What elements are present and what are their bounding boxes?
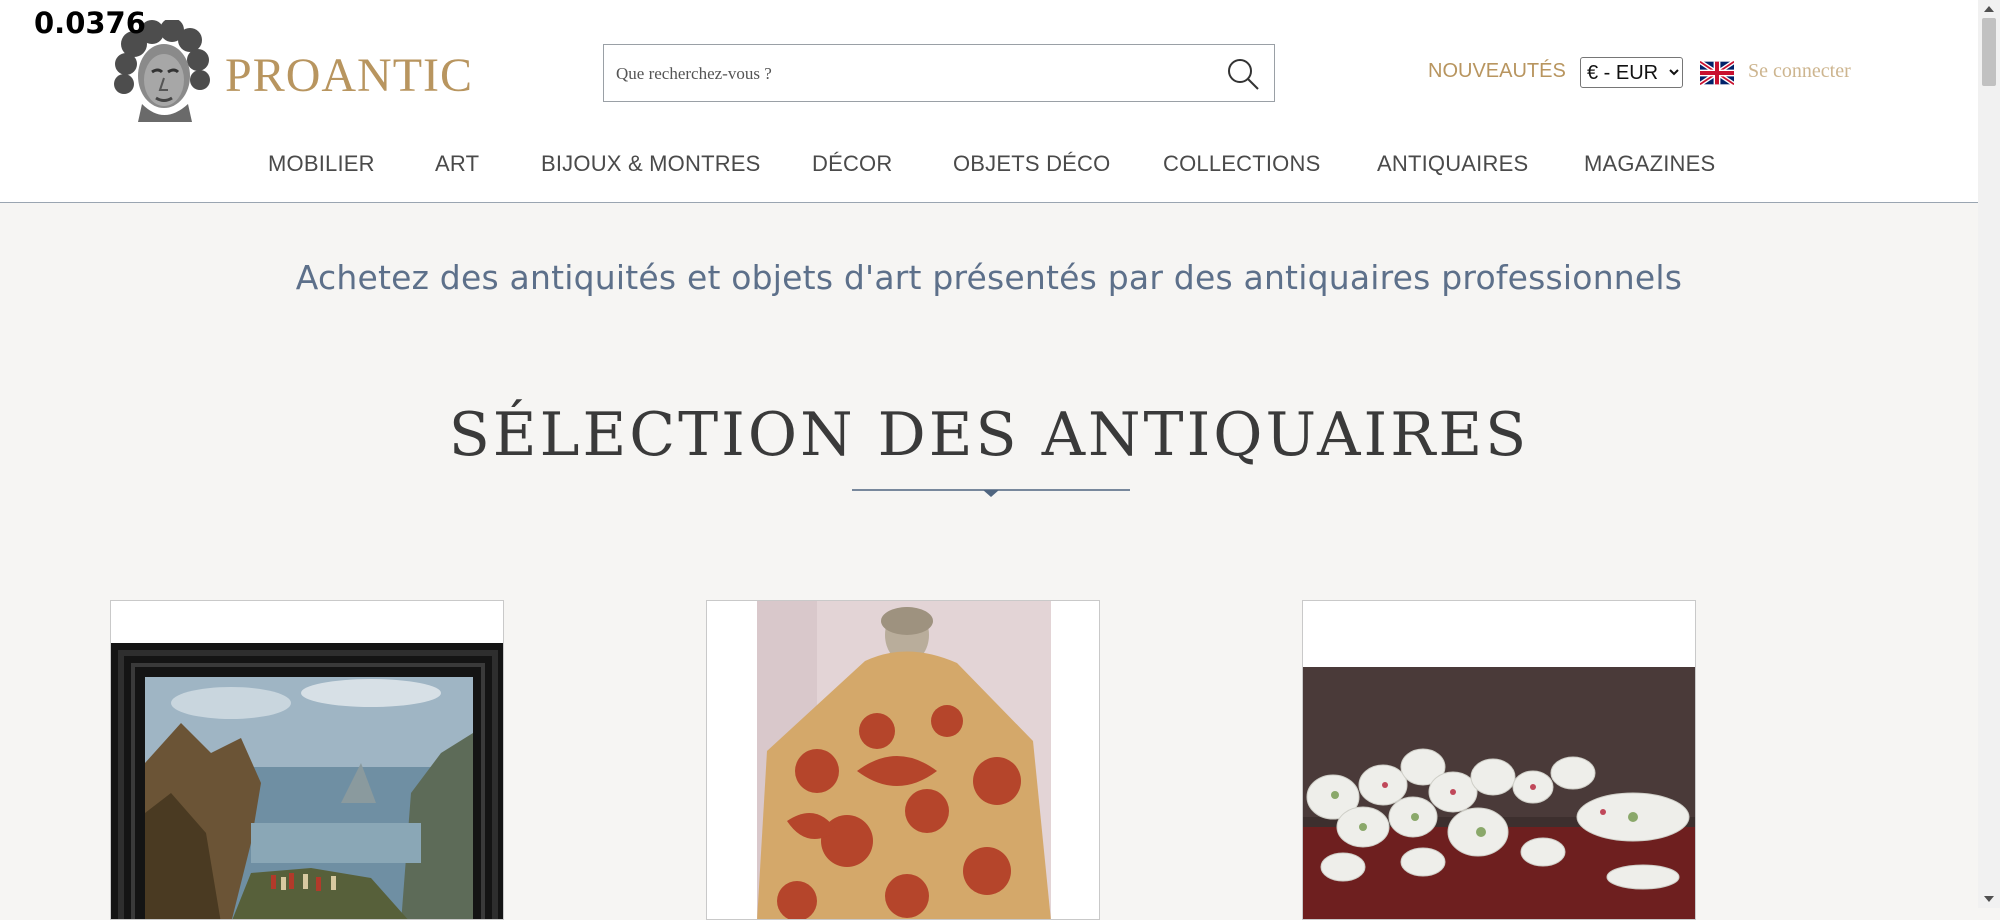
scroll-down-arrow-icon[interactable]	[1983, 894, 1995, 904]
debug-value: 0.0376	[34, 6, 146, 40]
product-card[interactable]	[706, 600, 1100, 920]
nav-item-decor[interactable]: DÉCOR	[812, 151, 892, 177]
vertical-scrollbar[interactable]	[1978, 0, 2000, 908]
title-divider	[852, 489, 1130, 497]
site-header: PROANTIC NOUVEAUTÉS € - EUR Se connecter…	[0, 0, 1978, 203]
nav-item-magazines[interactable]: MAGAZINES	[1584, 151, 1715, 177]
nav-item-bijoux-montres[interactable]: BIJOUX & MONTRES	[541, 151, 761, 177]
section-title: SÉLECTION DES ANTIQUAIRES	[448, 400, 1530, 470]
search-box[interactable]	[603, 44, 1275, 103]
nav-item-art[interactable]: ART	[435, 151, 479, 177]
brand-logo[interactable]: PROANTIC	[225, 48, 473, 103]
scroll-thumb[interactable]	[1982, 18, 1996, 86]
search-icon[interactable]	[1226, 57, 1260, 91]
main-nav: MOBILIER ART BIJOUX & MONTRES DÉCOR OBJE…	[0, 151, 1978, 179]
product-card[interactable]	[1302, 600, 1696, 920]
nav-item-mobilier[interactable]: MOBILIER	[268, 151, 375, 177]
nav-item-objets-deco[interactable]: OBJETS DÉCO	[953, 151, 1110, 177]
product-image-painting[interactable]	[111, 643, 504, 920]
product-image-porcelain[interactable]	[1303, 667, 1696, 920]
search-input[interactable]	[614, 45, 1208, 103]
nav-item-antiquaires[interactable]: ANTIQUAIRES	[1377, 151, 1528, 177]
nav-item-collections[interactable]: COLLECTIONS	[1163, 151, 1320, 177]
tagline: Achetez des antiquités et objets d'art p…	[295, 258, 1683, 297]
scroll-up-arrow-icon[interactable]	[1983, 4, 1995, 14]
login-link[interactable]: Se connecter	[1748, 60, 1851, 83]
product-image-fabric[interactable]	[757, 601, 1051, 920]
uk-flag-icon[interactable]	[1700, 61, 1734, 85]
product-card[interactable]	[110, 600, 504, 920]
currency-select[interactable]: € - EUR	[1580, 57, 1683, 88]
new-arrivals-link[interactable]: NOUVEAUTÉS	[1428, 60, 1566, 83]
